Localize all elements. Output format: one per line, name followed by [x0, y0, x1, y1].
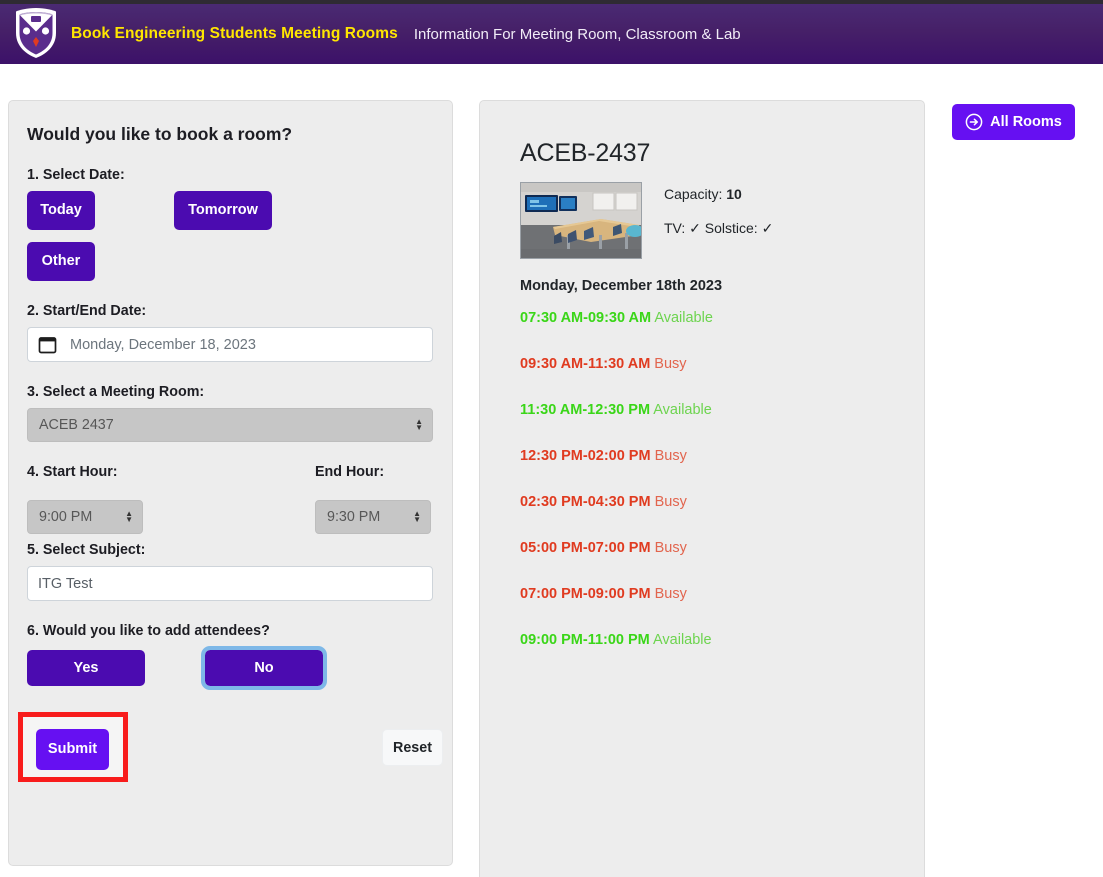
step-4-label: 4. Start Hour: [27, 464, 118, 480]
slot-time-range: 11:30 AM-12:30 PM [520, 402, 651, 418]
form-actions: Submit Reset [18, 712, 452, 785]
solstice-label: Solstice: [704, 220, 758, 236]
hour-selectors: 4. Start Hour: End Hour: 9:00 PM ▲ ▼ 9:30… [27, 464, 452, 542]
room-meta: Capacity: 10 TV: ✓ Solstice: ✓ [520, 182, 924, 264]
availability-slot[interactable]: 07:00 PM-09:00 PM Busy [520, 586, 924, 602]
subject-input[interactable]: ITG Test [27, 566, 433, 601]
start-hour-select[interactable]: 9:00 PM ▲ ▼ [27, 500, 143, 534]
room-info-panel: ACEB-2437 Capacity: 10 TV: ✓ Solstice: ✓… [479, 100, 925, 877]
capacity-line: Capacity: 10 [664, 186, 773, 202]
other-date-button[interactable]: Other [27, 242, 95, 281]
chevron-updown-icon: ▲ ▼ [413, 509, 421, 524]
slot-time-range: 12:30 PM-02:00 PM [520, 448, 651, 464]
chevron-updown-icon: ▲ ▼ [125, 509, 133, 524]
end-hour-value: 9:30 PM [327, 509, 381, 525]
slot-time-range: 02:30 PM-04:30 PM [520, 494, 651, 510]
quick-date-buttons: Today Tomorrow [27, 191, 452, 230]
attendees-yes-button[interactable]: Yes [27, 650, 145, 686]
start-hour-value: 9:00 PM [39, 509, 93, 525]
slot-status: Busy [650, 540, 687, 556]
availability-slot[interactable]: 09:30 AM-11:30 AM Busy [520, 356, 924, 372]
slot-time-range: 09:00 PM-11:00 PM [520, 632, 650, 648]
meeting-room-select-value: ACEB 2437 [39, 417, 114, 433]
today-button[interactable]: Today [27, 191, 95, 230]
chevron-updown-icon: ▲ ▼ [415, 417, 423, 432]
form-heading: Would you like to book a room? [27, 124, 293, 144]
meeting-room-select[interactable]: ACEB 2437 ▲ ▼ [27, 408, 433, 442]
reset-button[interactable]: Reset [382, 729, 443, 766]
availability-list: 07:30 AM-09:30 AM Available 09:30 AM-11:3… [520, 310, 924, 648]
availability-slot[interactable]: 05:00 PM-07:00 PM Busy [520, 540, 924, 556]
university-shield-icon [4, 4, 68, 63]
all-rooms-button[interactable]: All Rooms [952, 104, 1075, 140]
attendees-no-button[interactable]: No [201, 646, 327, 690]
submit-button[interactable]: Submit [36, 729, 109, 770]
slot-time-range: 09:30 AM-11:30 AM [520, 356, 651, 372]
app-header: Book Engineering Students Meeting Rooms … [0, 0, 1103, 64]
slot-status: Busy [650, 448, 687, 464]
room-facts: Capacity: 10 TV: ✓ Solstice: ✓ [664, 186, 773, 255]
capacity-value: 10 [726, 186, 742, 202]
step-1-label: 1. Select Date: [27, 167, 125, 183]
slot-status: Available [651, 310, 713, 326]
arrow-right-circle-icon [965, 113, 983, 131]
end-hour-label: End Hour: [315, 464, 385, 480]
header-subtitle: Information For Meeting Room, Classroom … [413, 25, 741, 43]
brand-title[interactable]: Book Engineering Students Meeting Rooms [71, 25, 398, 43]
room-title: ACEB-2437 [520, 139, 651, 167]
slot-status: Busy [650, 356, 687, 372]
slot-time-range: 07:30 AM-09:30 AM [520, 310, 652, 326]
room-schedule-date: Monday, December 18th 2023 [520, 278, 723, 294]
meeting-room-photo [520, 182, 642, 259]
tv-label: TV: [664, 220, 686, 236]
availability-slot[interactable]: 02:30 PM-04:30 PM Busy [520, 494, 924, 510]
date-input[interactable]: Monday, December 18, 2023 [27, 327, 433, 362]
calendar-icon [38, 335, 57, 354]
step-2-label: 2. Start/End Date: [27, 303, 147, 319]
subject-input-value: ITG Test [38, 575, 93, 592]
availability-slot[interactable]: 09:00 PM-11:00 PM Available [520, 632, 924, 648]
availability-slot[interactable]: 12:30 PM-02:00 PM Busy [520, 448, 924, 464]
slot-status: Available [650, 402, 712, 418]
attendee-choice-buttons: Yes No [27, 646, 452, 693]
booking-form-panel: Would you like to book a room? 1. Select… [8, 100, 453, 866]
slot-time-range: 05:00 PM-07:00 PM [520, 540, 651, 556]
tomorrow-button[interactable]: Tomorrow [174, 191, 272, 230]
step-6-label: 6. Would you like to add attendees? [27, 623, 270, 639]
equipment-line: TV: ✓ Solstice: ✓ [664, 220, 773, 237]
step-5-label: 5. Select Subject: [27, 542, 146, 558]
slot-status: Busy [650, 586, 687, 602]
date-input-value: Monday, December 18, 2023 [70, 336, 256, 353]
availability-slot[interactable]: 07:30 AM-09:30 AM Available [520, 310, 924, 326]
slot-status: Busy [650, 494, 687, 510]
slot-status: Available [649, 632, 712, 648]
slot-time-range: 07:00 PM-09:00 PM [520, 586, 651, 602]
capacity-label: Capacity: [664, 186, 723, 202]
end-hour-select[interactable]: 9:30 PM ▲ ▼ [315, 500, 431, 534]
solstice-check-icon: ✓ [761, 220, 774, 236]
all-rooms-label: All Rooms [990, 114, 1062, 130]
tv-check-icon: ✓ [689, 220, 701, 236]
step-3-label: 3. Select a Meeting Room: [27, 384, 205, 400]
availability-slot[interactable]: 11:30 AM-12:30 PM Available [520, 402, 924, 418]
